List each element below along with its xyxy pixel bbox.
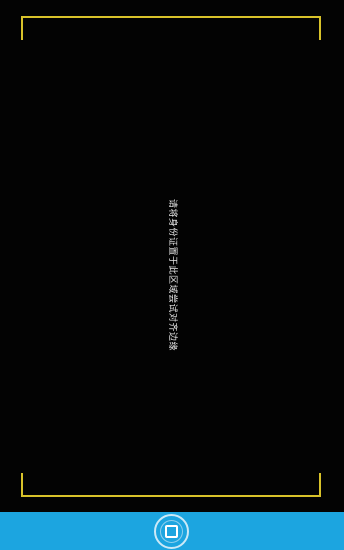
frame-bottom-edge: [21, 495, 321, 497]
frame-corner-bottom-right: [291, 473, 321, 497]
square-capture-icon: [165, 525, 178, 538]
frame-corner-bottom-left: [21, 473, 51, 497]
scan-hint-text: 请将身份证置于此区域尝试对齐边缘: [167, 198, 177, 352]
frame-top-edge: [21, 16, 321, 18]
camera-viewfinder: 请将身份证置于此区域尝试对齐边缘: [0, 0, 344, 512]
frame-corner-top-right: [291, 16, 321, 40]
id-card-scan-screen: 请将身份证置于此区域尝试对齐边缘: [0, 0, 344, 550]
capture-button[interactable]: [154, 514, 189, 549]
frame-corner-top-left: [21, 16, 51, 40]
